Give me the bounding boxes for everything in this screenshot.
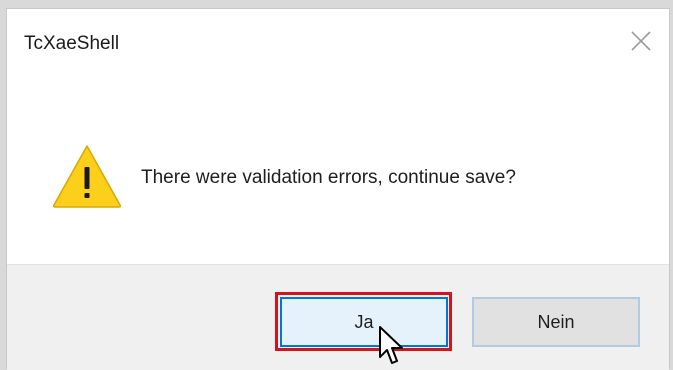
- message-dialog: TcXaeShell There were validation errors,…: [6, 8, 670, 370]
- warning-icon: [52, 145, 122, 208]
- close-icon: [631, 31, 651, 51]
- mouse-pointer-icon: [379, 326, 403, 364]
- button-bar: Ja Nein: [7, 264, 669, 370]
- yes-button[interactable]: Ja: [280, 297, 448, 347]
- dialog-content: There were validation errors, continue s…: [7, 71, 669, 264]
- message-text: There were validation errors, continue s…: [141, 167, 516, 188]
- title-bar: TcXaeShell: [7, 9, 669, 71]
- dialog-title: TcXaeShell: [24, 33, 120, 54]
- no-button[interactable]: Nein: [472, 297, 640, 347]
- close-button[interactable]: [621, 23, 661, 59]
